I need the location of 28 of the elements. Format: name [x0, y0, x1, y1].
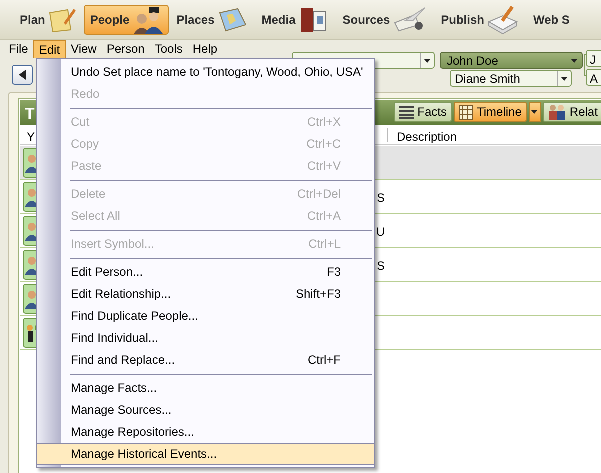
- child-name: A: [590, 72, 598, 86]
- table-cell-text: U: [376, 224, 385, 241]
- shortcut-label: Ctrl+Del: [297, 186, 341, 203]
- shortcut-label: F3: [326, 264, 341, 281]
- shortcut-label: Ctrl+V: [307, 158, 341, 175]
- table-cell-text: S: [376, 190, 385, 207]
- child-name: J: [590, 53, 596, 67]
- menu-item-label: Paste: [71, 158, 102, 175]
- panel-title: T: [25, 105, 35, 125]
- shortcut-label: Ctrl+C: [306, 136, 341, 153]
- menu-item-label: Edit Person...: [71, 264, 144, 281]
- shortcut-label: Ctrl+X: [307, 114, 341, 131]
- shortcut-label: Ctrl+F: [308, 352, 341, 369]
- menu-item-label: Edit Relationship...: [71, 286, 172, 303]
- table-cell-text: S: [376, 258, 385, 275]
- column-heading: Description: [397, 129, 458, 146]
- menu-item-label: Cut: [71, 114, 90, 131]
- father-name: John Doe: [447, 52, 498, 70]
- mother-name: Diane Smith: [455, 70, 520, 88]
- shortcut-label: Ctrl+A: [307, 208, 341, 225]
- menu-item-label: Copy: [71, 136, 100, 153]
- shortcut-label: Ctrl+L: [308, 236, 341, 253]
- column-heading: Y: [27, 129, 36, 146]
- menu-item-label: Insert Symbol...: [71, 236, 154, 253]
- menu-item-label: Delete: [71, 186, 106, 203]
- menu-item-label: Select All: [71, 208, 120, 225]
- shortcut-label: Shift+F3: [296, 286, 341, 303]
- menu-item-label: Find and Replace...: [71, 352, 176, 369]
